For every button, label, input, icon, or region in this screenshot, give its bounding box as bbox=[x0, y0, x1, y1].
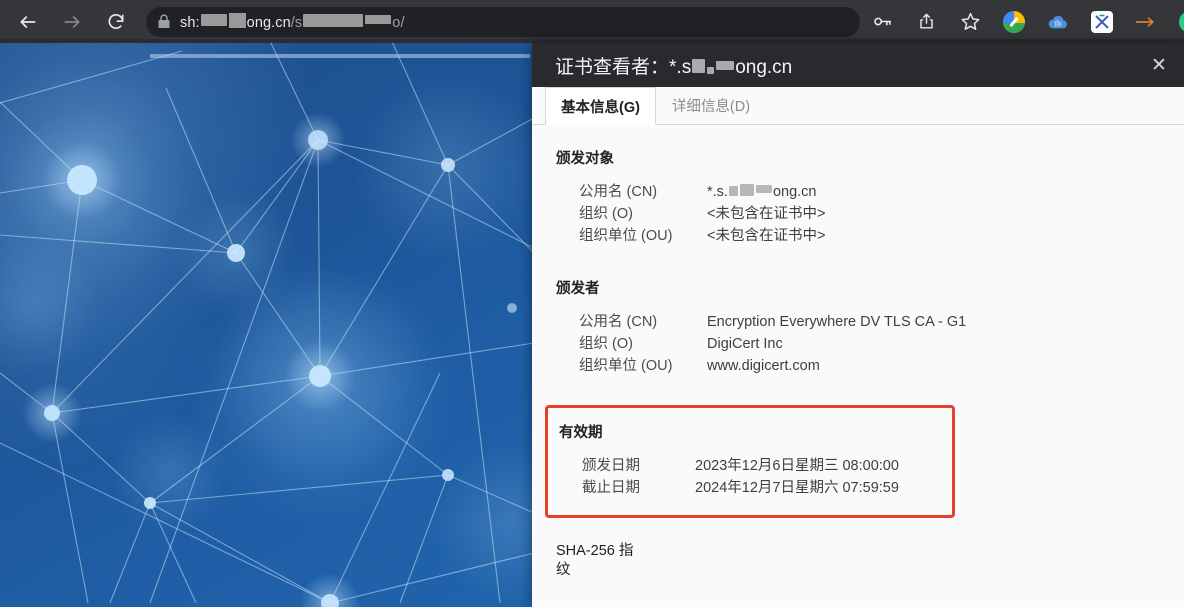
address-bar[interactable]: sh: ong.cn/s o/ bbox=[146, 6, 860, 37]
row-value: 2023年12月6日星期三 08:00:00 bbox=[695, 458, 899, 474]
row-issuer-cn: 公用名 (CN) Encryption Everywhere DV TLS CA… bbox=[579, 311, 1184, 333]
row-label: 组织单位 (OU) bbox=[579, 358, 673, 374]
section-validity-highlight: 有效期 颁发日期 2023年12月6日星期三 08:00:00 截止日期 202… bbox=[545, 405, 955, 518]
dialog-title-bar: 证书查看者： *.s ong.cn ✕ bbox=[532, 43, 1184, 87]
url-text: sh: ong.cn/s o/ bbox=[180, 12, 405, 31]
browser-toolbar: sh: ong.cn/s o/ bbox=[0, 0, 1184, 43]
row-label: 公用名 (CN) bbox=[579, 314, 658, 330]
url-segment-1: sh: bbox=[180, 15, 200, 31]
extension-arrow-button[interactable] bbox=[1129, 5, 1163, 39]
url-segment-3: /s bbox=[290, 15, 303, 31]
extension-cloud-icon bbox=[1048, 15, 1068, 28]
share-button[interactable] bbox=[909, 5, 943, 39]
row-value: 2024年12月7日星期六 07:59:59 bbox=[695, 480, 899, 496]
row-value: DigiCert Inc bbox=[707, 336, 783, 352]
row-value: www.digicert.com bbox=[707, 358, 820, 374]
toolbar-right-icons bbox=[860, 5, 1184, 39]
extension-pen-icon bbox=[1003, 10, 1025, 33]
section-fingerprint-heading: SHA-256 指 纹 bbox=[556, 542, 646, 580]
tab-details-label: 详细信息(D) bbox=[671, 99, 751, 115]
url-redaction-2 bbox=[303, 14, 364, 27]
subject-cn-redaction-2 bbox=[739, 184, 754, 196]
forward-button[interactable] bbox=[55, 5, 89, 39]
close-icon: ✕ bbox=[1151, 54, 1167, 76]
extension-arrow-icon bbox=[1135, 16, 1154, 27]
password-key-button[interactable] bbox=[865, 5, 899, 39]
row-value: Encryption Everywhere DV TLS CA - G1 bbox=[707, 314, 967, 330]
subject-cn-head: *.s. bbox=[707, 184, 728, 200]
section-subject-rows: 公用名 (CN) *.s. ong.cn 组织 (O) <未包含在证书中> 组织单… bbox=[579, 181, 1184, 247]
url-segment-2: ong.cn bbox=[246, 15, 291, 31]
subject-cn-tail: ong.cn bbox=[772, 184, 817, 200]
section-validity-heading: 有效期 bbox=[559, 425, 603, 441]
tab-general[interactable]: 基本信息(G) bbox=[545, 87, 656, 125]
dialog-title: 证书查看者： *.s ong.cn bbox=[555, 52, 792, 79]
extension-refresh-icon bbox=[1179, 10, 1184, 33]
tab-details[interactable]: 详细信息(D) bbox=[656, 87, 766, 124]
url-redaction-1b bbox=[228, 13, 246, 28]
row-issued-date: 颁发日期 2023年12月6日星期三 08:00:00 bbox=[582, 455, 952, 477]
row-issuer-o: 组织 (O) DigiCert Inc bbox=[579, 333, 1184, 355]
extension-cloud-button[interactable] bbox=[1041, 5, 1075, 39]
network-lines-graphic bbox=[0, 43, 534, 607]
forward-arrow-icon bbox=[64, 15, 80, 28]
url-segment-4: o/ bbox=[392, 15, 405, 31]
row-value: *.s. ong.cn bbox=[707, 181, 817, 203]
back-button[interactable] bbox=[11, 5, 45, 39]
row-label: 组织单位 (OU) bbox=[579, 228, 673, 244]
dialog-title-redaction-3 bbox=[716, 60, 735, 70]
back-arrow-icon bbox=[20, 15, 36, 28]
dialog-title-value-tail: ong.cn bbox=[735, 56, 793, 78]
dialog-tabstrip: 基本信息(G) 详细信息(D) bbox=[532, 87, 1184, 125]
section-validity-rows: 颁发日期 2023年12月6日星期三 08:00:00 截止日期 2024年12… bbox=[582, 455, 952, 499]
dialog-title-prefix: 证书查看者： bbox=[555, 56, 670, 78]
section-issuer-rows: 公用名 (CN) Encryption Everywhere DV TLS CA… bbox=[579, 311, 1184, 377]
row-value: <未包含在证书中> bbox=[707, 206, 826, 222]
row-label: 组织 (O) bbox=[579, 206, 633, 222]
password-key-icon bbox=[873, 17, 891, 26]
subject-cn-redaction-3 bbox=[755, 185, 772, 193]
fingerprint-heading-line-1: SHA-256 指 bbox=[556, 543, 634, 559]
row-label: 组织 (O) bbox=[579, 336, 633, 352]
dialog-title-value-head: *.s bbox=[669, 56, 692, 78]
row-subject-ou: 组织单位 (OU) <未包含在证书中> bbox=[579, 225, 1184, 247]
extension-pen-button[interactable] bbox=[997, 5, 1031, 39]
section-issuer: 颁发者 公用名 (CN) Encryption Everywhere DV TL… bbox=[532, 277, 1184, 377]
page-top-accent-bar bbox=[150, 54, 530, 58]
row-value: <未包含在证书中> bbox=[707, 228, 826, 244]
reload-button[interactable] bbox=[99, 5, 133, 39]
section-subject-heading: 颁发对象 bbox=[556, 151, 614, 167]
extension-x-icon bbox=[1091, 10, 1113, 33]
row-label: 颁发日期 bbox=[582, 458, 640, 474]
subject-cn-redaction-1 bbox=[728, 186, 738, 196]
fingerprint-heading-line-2: 纹 bbox=[556, 562, 571, 578]
bookmark-star-icon bbox=[961, 12, 979, 30]
url-redaction-2b bbox=[365, 15, 392, 24]
row-expiry-date: 截止日期 2024年12月7日星期六 07:59:59 bbox=[582, 477, 952, 499]
lock-icon bbox=[158, 14, 170, 29]
network-graphic bbox=[0, 43, 534, 607]
dialog-body: 颁发对象 公用名 (CN) *.s. ong.cn 组织 (O) <未包含在证书中… bbox=[532, 125, 1184, 580]
dialog-title-redaction-1 bbox=[692, 58, 706, 73]
bookmark-button[interactable] bbox=[953, 5, 987, 39]
share-icon bbox=[919, 13, 933, 29]
reload-icon bbox=[108, 13, 124, 29]
close-button[interactable]: ✕ bbox=[1146, 52, 1172, 78]
tab-general-label: 基本信息(G) bbox=[561, 99, 640, 116]
row-issuer-ou: 组织单位 (OU) www.digicert.com bbox=[579, 355, 1184, 377]
row-subject-o: 组织 (O) <未包含在证书中> bbox=[579, 203, 1184, 225]
row-subject-cn: 公用名 (CN) *.s. ong.cn bbox=[579, 181, 1184, 203]
dialog-title-redaction-2 bbox=[707, 66, 715, 74]
row-label: 公用名 (CN) bbox=[579, 184, 658, 200]
row-label: 截止日期 bbox=[582, 480, 640, 496]
screen: sh: ong.cn/s o/ 证书查看者： *.s ong.cn ✕ 基本信息… bbox=[0, 0, 1184, 607]
extension-x-button[interactable] bbox=[1085, 5, 1119, 39]
section-issuer-heading: 颁发者 bbox=[556, 281, 600, 297]
extension-refresh-button[interactable] bbox=[1173, 5, 1184, 39]
url-redaction-1 bbox=[200, 14, 227, 26]
certificate-viewer-dialog: 证书查看者： *.s ong.cn ✕ 基本信息(G) 详细信息(D) 颁发对象 公… bbox=[532, 43, 1184, 607]
section-subject: 颁发对象 公用名 (CN) *.s. ong.cn 组织 (O) <未包含在证书中… bbox=[532, 147, 1184, 247]
